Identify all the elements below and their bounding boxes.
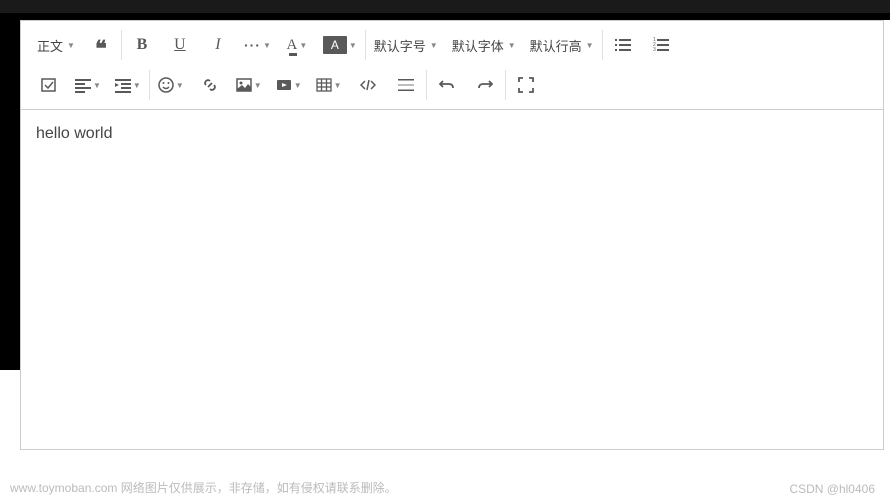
- emoji-icon: [158, 77, 174, 93]
- group-text-style: B U I ··· ▼ A ▼ A ▼: [122, 30, 366, 60]
- group-history: [427, 70, 506, 100]
- image-icon: [236, 77, 252, 93]
- more-label: ···: [244, 37, 261, 53]
- font-color-dropdown[interactable]: A ▼: [285, 32, 309, 58]
- content-text: hello world: [36, 125, 112, 142]
- editor-toolbar: 正文 ▼ ❝ B U I ··· ▼ A ▼ A: [20, 20, 884, 110]
- underline-button[interactable]: U: [168, 32, 192, 58]
- heading-dropdown[interactable]: 正文 ▼: [37, 32, 75, 58]
- caret-down-icon: ▼: [263, 41, 271, 50]
- more-styles-dropdown[interactable]: ··· ▼: [244, 32, 271, 58]
- undo-button[interactable]: [435, 72, 459, 98]
- table-icon: [316, 77, 332, 93]
- redo-button[interactable]: [473, 72, 497, 98]
- group-heading: 正文 ▼ ❝: [29, 30, 122, 60]
- bg-color-letter: A: [323, 36, 347, 54]
- checkbox-icon: [41, 77, 57, 93]
- bold-button[interactable]: B: [130, 32, 154, 58]
- list-ol-icon: 123: [653, 37, 669, 53]
- footer-watermark-right: CSDN @hl0406: [789, 482, 875, 496]
- list-ul-icon: [615, 37, 631, 53]
- group-insert: ▼ ▼ ▼ ▼: [150, 70, 427, 100]
- group-fullscreen: [506, 70, 546, 100]
- browser-side-border: [0, 20, 20, 370]
- line-height-dropdown[interactable]: 默认行高 ▼: [530, 32, 594, 58]
- bg-color-dropdown[interactable]: A ▼: [323, 32, 357, 58]
- video-dropdown[interactable]: ▼: [276, 72, 302, 98]
- heading-label: 正文: [37, 36, 63, 55]
- font-family-dropdown[interactable]: 默认字体 ▼: [452, 32, 516, 58]
- editor-container: 正文 ▼ ❝ B U I ··· ▼ A ▼ A: [20, 20, 884, 474]
- font-size-dropdown[interactable]: 默认字号 ▼: [374, 32, 438, 58]
- caret-down-icon: ▼: [334, 81, 342, 90]
- divider-button[interactable]: [394, 72, 418, 98]
- link-button[interactable]: [198, 72, 222, 98]
- emoji-dropdown[interactable]: ▼: [158, 72, 184, 98]
- caret-down-icon: ▼: [133, 81, 141, 90]
- toolbar-row-2: ▼ ▼ ▼ ▼: [29, 65, 875, 105]
- divider-icon: [398, 77, 414, 93]
- caret-down-icon: ▼: [349, 41, 357, 50]
- toolbar-row-1: 正文 ▼ ❝ B U I ··· ▼ A ▼ A: [29, 25, 875, 65]
- unordered-list-button[interactable]: [611, 32, 635, 58]
- svg-text:3: 3: [653, 47, 656, 53]
- caret-down-icon: ▼: [93, 81, 101, 90]
- caret-down-icon: ▼: [254, 81, 262, 90]
- font-color-letter: A: [286, 37, 297, 54]
- align-left-icon: [75, 77, 91, 93]
- indent-dropdown[interactable]: ▼: [115, 72, 141, 98]
- indent-icon: [115, 77, 131, 93]
- browser-top-bar: [0, 0, 890, 20]
- caret-down-icon: ▼: [67, 41, 75, 50]
- blockquote-button[interactable]: ❝: [89, 32, 113, 58]
- footer-watermark-left: www.toymoban.com 网络图片仅供展示，非存储，如有侵权请联系删除。: [10, 479, 397, 496]
- group-font: 默认字号 ▼ 默认字体 ▼ 默认行高 ▼: [366, 30, 603, 60]
- editor-content[interactable]: hello world: [20, 110, 884, 450]
- caret-down-icon: ▼: [299, 41, 307, 50]
- video-icon: [276, 77, 292, 93]
- code-button[interactable]: [356, 72, 380, 98]
- fullscreen-button[interactable]: [514, 72, 538, 98]
- font-family-label: 默认字体: [452, 36, 504, 55]
- caret-down-icon: ▼: [586, 41, 594, 50]
- group-task-align: ▼ ▼: [29, 70, 150, 100]
- fullscreen-icon: [518, 77, 534, 93]
- todo-button[interactable]: [37, 72, 61, 98]
- ordered-list-button[interactable]: 123: [649, 32, 673, 58]
- caret-down-icon: ▼: [430, 41, 438, 50]
- link-icon: [202, 77, 218, 93]
- undo-icon: [439, 77, 455, 93]
- line-height-label: 默认行高: [530, 36, 582, 55]
- caret-down-icon: ▼: [294, 81, 302, 90]
- code-icon: [360, 77, 376, 93]
- redo-icon: [477, 77, 493, 93]
- caret-down-icon: ▼: [176, 81, 184, 90]
- caret-down-icon: ▼: [508, 41, 516, 50]
- align-dropdown[interactable]: ▼: [75, 72, 101, 98]
- font-size-label: 默认字号: [374, 36, 426, 55]
- image-dropdown[interactable]: ▼: [236, 72, 262, 98]
- group-list: 123: [603, 30, 681, 60]
- table-dropdown[interactable]: ▼: [316, 72, 342, 98]
- italic-button[interactable]: I: [206, 32, 230, 58]
